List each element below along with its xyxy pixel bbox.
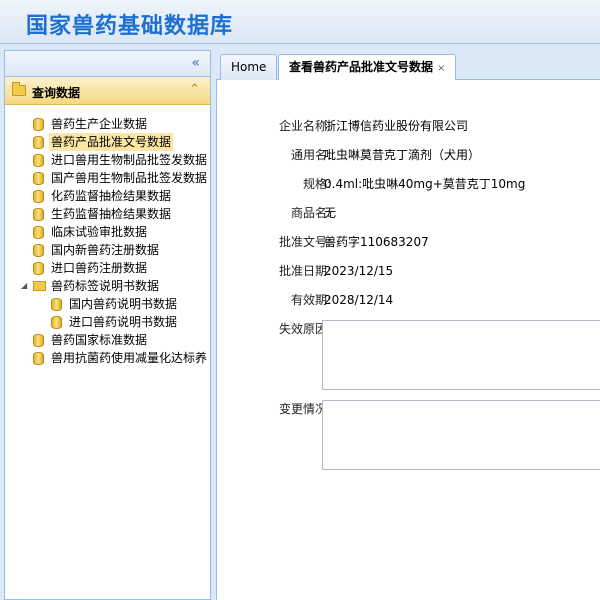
- change-info-textarea[interactable]: [322, 400, 600, 470]
- field-approval-date: 批准日期: 2023/12/15: [217, 261, 600, 281]
- tree-item-label: 国内新兽药注册数据: [51, 243, 160, 257]
- tab-home[interactable]: Home: [220, 54, 278, 80]
- tree-item-production-enterprise[interactable]: 兽药生产企业数据: [5, 115, 210, 133]
- field-value: 2023/12/15: [324, 264, 394, 278]
- database-icon: [33, 118, 44, 131]
- tree-item-label: 兽药标签说明书数据: [51, 279, 160, 293]
- tree-item-bio-inspection[interactable]: 生药监督抽检结果数据: [5, 205, 210, 223]
- database-icon: [33, 172, 44, 185]
- tree-item-clinical-trial[interactable]: 临床试验审批数据: [5, 223, 210, 241]
- tree-item-label: 进口兽药注册数据: [51, 261, 148, 275]
- expand-arrow-icon[interactable]: ◢: [21, 277, 27, 295]
- close-icon[interactable]: ×: [437, 63, 445, 74]
- tree-item-label: 兽药生产企业数据: [51, 117, 148, 131]
- tree-item-import-instructions[interactable]: 进口兽药说明书数据: [5, 313, 210, 331]
- tree-folder-label-instructions[interactable]: ◢ 兽药标签说明书数据: [5, 277, 210, 295]
- database-icon: [33, 226, 44, 239]
- section-label: 查询数据: [32, 86, 81, 100]
- database-icon: [33, 208, 44, 221]
- invalid-reason-textarea[interactable]: [322, 320, 600, 390]
- field-value: 兽药字110683207: [324, 235, 429, 249]
- field-company: 企业名称: 浙江博信药业股份有限公司: [217, 116, 600, 136]
- field-spec: 规格: 0.4ml:吡虫啉40mg+莫昔克丁10mg: [217, 174, 600, 194]
- field-value: 2028/12/14: [324, 293, 394, 307]
- tab-view-approval[interactable]: 查看兽药产品批准文号数据 ×: [278, 54, 457, 81]
- sidebar-panel: « 查询数据 ⌃ 兽药生产企业数据 兽药产品批准文号数据 进口兽用生物制品批签发…: [4, 50, 211, 600]
- collapse-section-icon[interactable]: ⌃: [189, 82, 200, 97]
- tab-label: 查看兽药产品批准文号数据: [289, 60, 434, 74]
- tree-item-label: 兽药国家标准数据: [51, 333, 148, 347]
- folder-icon: [12, 82, 26, 96]
- database-icon: [33, 262, 44, 275]
- tree-item-product-approval[interactable]: 兽药产品批准文号数据: [5, 133, 210, 151]
- database-icon: [51, 298, 62, 311]
- tree-item-domestic-registration[interactable]: 国内新兽药注册数据: [5, 241, 210, 259]
- tree-item-domestic-instructions[interactable]: 国内兽药说明书数据: [5, 295, 210, 313]
- tree-item-label: 兽用抗菌药使用减量化达标养: [51, 351, 208, 365]
- data-tree: 兽药生产企业数据 兽药产品批准文号数据 进口兽用生物制品批签发数据 国产兽用生物…: [5, 115, 210, 367]
- detail-panel: 企业名称: 浙江博信药业股份有限公司 通用名: 吡虫啉莫昔克丁滴剂（犬用） 规格…: [216, 80, 600, 600]
- tree-item-label: 临床试验审批数据: [51, 225, 148, 239]
- field-generic-name: 通用名: 吡虫啉莫昔克丁滴剂（犬用）: [217, 145, 600, 165]
- sidebar-toolbar: «: [5, 51, 210, 77]
- tree-item-label: 化药监督抽检结果数据: [51, 189, 172, 203]
- tree-item-label: 进口兽用生物制品批签发数据: [51, 153, 208, 167]
- field-expiry: 有效期: 2028/12/14: [217, 290, 600, 310]
- field-trade-name: 商品名: 无: [217, 203, 600, 223]
- database-icon: [33, 352, 44, 365]
- tree-item-label: 国内兽药说明书数据: [69, 297, 178, 311]
- field-value: 0.4ml:吡虫啉40mg+莫昔克丁10mg: [324, 177, 526, 191]
- tree-item-import-bio-batch[interactable]: 进口兽用生物制品批签发数据: [5, 151, 210, 169]
- tab-label: Home: [231, 60, 267, 74]
- app-title: 国家兽药基础数据库: [26, 14, 234, 39]
- field-approval-number: 批准文号: 兽药字110683207: [217, 232, 600, 252]
- tab-bar: Home 查看兽药产品批准文号数据 ×: [216, 50, 600, 81]
- database-icon: [33, 334, 44, 347]
- section-query-data[interactable]: 查询数据 ⌃: [5, 77, 210, 105]
- database-icon: [51, 316, 62, 329]
- field-value: 浙江博信药业股份有限公司: [324, 119, 469, 133]
- tree-item-domestic-bio-batch[interactable]: 国产兽用生物制品批签发数据: [5, 169, 210, 187]
- field-value: 无: [324, 206, 337, 220]
- tree-item-label: 进口兽药说明书数据: [69, 315, 178, 329]
- tree-item-label: 国产兽用生物制品批签发数据: [51, 171, 208, 185]
- folder-icon: [33, 281, 46, 291]
- database-icon: [33, 154, 44, 167]
- tree-item-label: 生药监督抽检结果数据: [51, 207, 172, 221]
- tree-item-label: 兽药产品批准文号数据: [49, 133, 174, 151]
- app-header: 国家兽药基础数据库: [0, 0, 600, 44]
- tree-item-national-standard[interactable]: 兽药国家标准数据: [5, 331, 210, 349]
- tree-item-import-registration[interactable]: 进口兽药注册数据: [5, 259, 210, 277]
- tree-item-antimicrobial-reduction[interactable]: 兽用抗菌药使用减量化达标养: [5, 349, 210, 367]
- database-icon: [33, 244, 44, 257]
- tree-item-chem-inspection[interactable]: 化药监督抽检结果数据: [5, 187, 210, 205]
- database-icon: [33, 190, 44, 203]
- collapse-sidebar-icon[interactable]: «: [191, 55, 200, 71]
- field-value: 吡虫啉莫昔克丁滴剂（犬用）: [324, 148, 481, 162]
- database-icon: [33, 136, 44, 149]
